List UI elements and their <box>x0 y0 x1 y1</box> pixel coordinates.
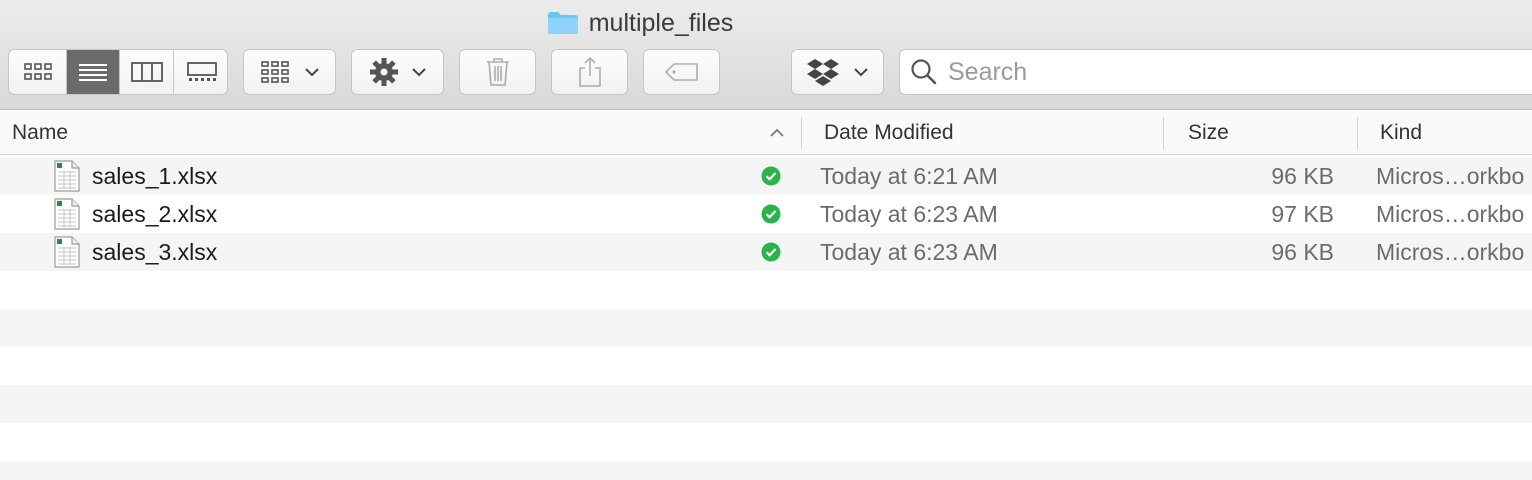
chevron-down-icon <box>411 68 426 77</box>
column-divider[interactable] <box>1163 117 1164 149</box>
column-header-name[interactable]: Name <box>12 111 792 155</box>
share-button[interactable] <box>551 49 628 95</box>
dropbox-button[interactable] <box>791 49 884 95</box>
edit-tags-button[interactable] <box>643 49 720 95</box>
empty-row <box>0 271 1532 309</box>
move-to-trash-button[interactable] <box>459 49 536 95</box>
action-button[interactable] <box>351 49 444 95</box>
file-date-modified: Today at 6:23 AM <box>820 200 998 227</box>
group-by-button[interactable] <box>243 49 336 95</box>
column-divider[interactable] <box>801 117 802 149</box>
spreadsheet-file-icon <box>54 195 80 233</box>
sync-status-check-icon <box>761 195 781 233</box>
file-row[interactable]: sales_1.xlsx Today at 6:21 AM 96 KB Micr… <box>0 157 1532 195</box>
column-header-date-label: Date Modified <box>824 121 954 144</box>
file-date-modified: Today at 6:23 AM <box>820 238 998 265</box>
columns-icon <box>130 62 163 82</box>
spreadsheet-file-icon <box>54 233 80 271</box>
gear-icon <box>369 58 398 86</box>
dropbox-icon <box>806 59 839 86</box>
column-divider[interactable] <box>1357 117 1358 149</box>
group-grid-icon <box>260 61 289 83</box>
file-size: 96 KB <box>1271 238 1334 265</box>
empty-row <box>0 385 1532 423</box>
sync-status-check-icon <box>761 233 781 271</box>
search-input[interactable] <box>948 57 1508 87</box>
share-icon <box>578 56 601 87</box>
sort-ascending-icon <box>770 128 784 137</box>
file-kind: Micros…orkbo <box>1376 200 1525 227</box>
column-header-kind-label: Kind <box>1380 121 1423 144</box>
spreadsheet-file-icon <box>54 157 80 195</box>
file-row[interactable]: sales_2.xlsx Today at 6:23 AM 97 KB Micr… <box>0 195 1532 233</box>
window-title-text: multiple_files <box>588 8 734 37</box>
grid-icon <box>23 63 52 80</box>
list-icon <box>79 64 107 81</box>
file-name: sales_3.xlsx <box>92 238 218 265</box>
tag-icon <box>664 63 698 81</box>
trash-icon <box>486 58 509 86</box>
file-kind: Micros…orkbo <box>1376 238 1525 265</box>
file-kind: Micros…orkbo <box>1376 162 1525 189</box>
file-row[interactable]: sales_3.xlsx Today at 6:23 AM 96 KB Micr… <box>0 233 1532 271</box>
file-date-modified: Today at 6:21 AM <box>820 162 998 189</box>
icon-view-button[interactable] <box>9 50 67 94</box>
file-name: sales_2.xlsx <box>92 200 218 227</box>
list-view-button[interactable] <box>67 50 120 94</box>
column-header-kind[interactable]: Kind <box>1380 111 1530 155</box>
window-title: multiple_files <box>0 8 1280 38</box>
empty-row <box>0 347 1532 385</box>
file-name: sales_1.xlsx <box>92 162 218 189</box>
empty-row <box>0 423 1532 461</box>
finder-toolbar: multiple_files <box>0 0 1532 110</box>
gallery-view-button[interactable] <box>174 50 227 94</box>
search-field[interactable] <box>899 49 1532 95</box>
view-mode-control <box>8 49 228 95</box>
column-header-size-label: Size <box>1188 121 1229 144</box>
empty-row <box>0 309 1532 347</box>
column-view-button[interactable] <box>120 50 174 94</box>
file-size: 97 KB <box>1271 200 1334 227</box>
column-header-date-modified[interactable]: Date Modified <box>824 111 1154 155</box>
chevron-down-icon <box>853 68 868 77</box>
sync-status-check-icon <box>761 157 781 195</box>
folder-icon <box>547 12 578 34</box>
column-header-name-label: Name <box>12 121 69 144</box>
search-icon <box>911 59 937 85</box>
file-list: sales_1.xlsx Today at 6:21 AM 96 KB Micr… <box>0 157 1532 480</box>
gallery-icon <box>186 62 217 81</box>
chevron-down-icon <box>304 68 319 77</box>
column-header-size[interactable]: Size <box>1188 111 1348 155</box>
file-size: 96 KB <box>1271 162 1334 189</box>
column-header-bar: Name Date Modified Size Kind <box>0 111 1532 155</box>
empty-row <box>0 461 1532 480</box>
